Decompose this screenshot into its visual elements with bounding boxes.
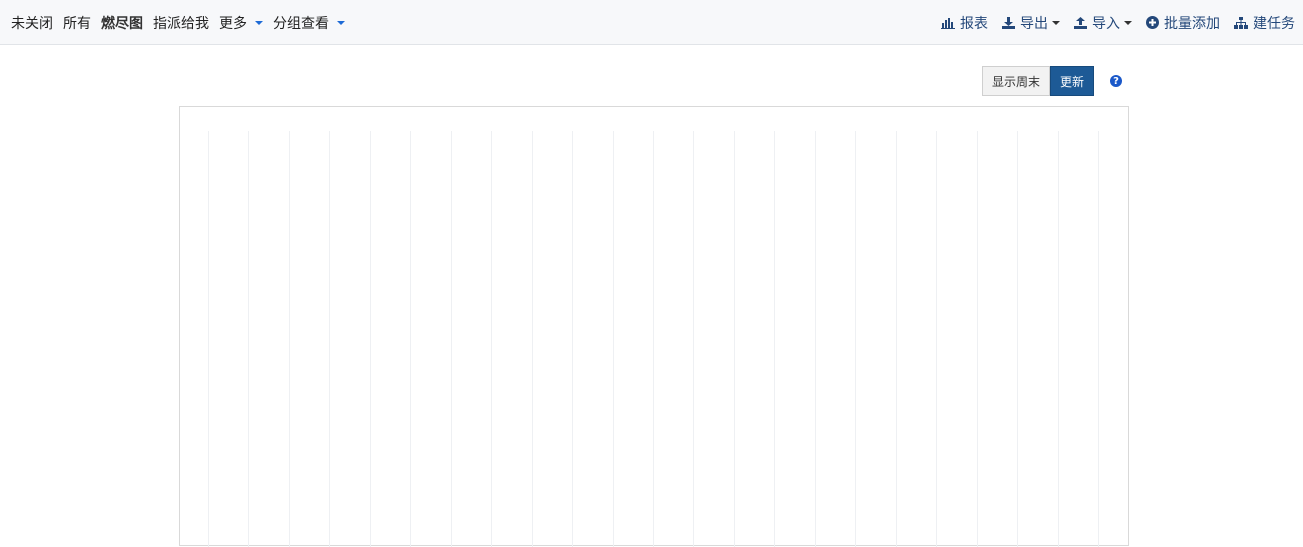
update-button[interactable]: 更新 [1050, 66, 1095, 96]
tab-group-view-label: 分组查看 [273, 15, 329, 32]
chevron-down-icon [1052, 20, 1060, 25]
report-button[interactable]: 报表 [941, 13, 988, 33]
tab-unclosed[interactable]: 未关闭 [6, 13, 58, 33]
tab-more-label: 更多 [219, 15, 247, 32]
tab-assigned-to-me[interactable]: 指派给我 [148, 13, 214, 33]
sitemap-icon [1234, 16, 1248, 29]
chevron-down-icon [255, 20, 263, 25]
tab-assigned-label: 指派给我 [153, 15, 209, 32]
tab-burndown[interactable]: 燃尽图 [96, 13, 148, 33]
burndown-chart-canvas [208, 131, 1099, 547]
tab-more-dropdown[interactable]: 更多 [214, 13, 268, 33]
tab-all-label: 所有 [63, 15, 91, 32]
show-weekend-label: 显示周末 [992, 74, 1041, 89]
help-icon[interactable]: ? [1110, 75, 1123, 87]
import-button[interactable]: 导入 [1074, 13, 1132, 33]
nav-tabs: 未关闭 所有 燃尽图 指派给我 更多 分组查看 [6, 0, 350, 45]
help-icon-glyph: ? [1113, 75, 1119, 87]
tab-all[interactable]: 所有 [58, 13, 96, 33]
tab-group-view-dropdown[interactable]: 分组查看 [268, 13, 350, 33]
report-label: 报表 [960, 15, 988, 32]
export-label: 导出 [1020, 15, 1048, 32]
tab-burndown-label: 燃尽图 [101, 15, 143, 32]
update-label: 更新 [1060, 74, 1085, 89]
batch-add-label: 批量添加 [1164, 15, 1220, 32]
download-icon [1002, 16, 1015, 29]
chevron-down-icon [1124, 20, 1132, 25]
tab-unclosed-label: 未关闭 [11, 15, 53, 32]
export-button[interactable]: 导出 [1002, 13, 1060, 33]
toolbar-actions: 报表 导出 导入 批量添加 建任务 [927, 0, 1295, 45]
chevron-down-icon [337, 20, 345, 25]
batch-add-button[interactable]: 批量添加 [1146, 13, 1220, 33]
plus-circle-icon [1146, 16, 1159, 29]
show-weekend-button[interactable]: 显示周末 [982, 66, 1051, 96]
top-toolbar: 未关闭 所有 燃尽图 指派给我 更多 分组查看 报表 导出 导入 批量添加 建任… [0, 0, 1303, 45]
burndown-controls: 显示周末 更新 ? [982, 66, 1123, 96]
import-label: 导入 [1092, 15, 1120, 32]
create-task-button[interactable]: 建任务 [1234, 13, 1295, 33]
create-task-label: 建任务 [1253, 15, 1295, 32]
bar-chart-icon [941, 17, 955, 29]
burndown-chart [179, 106, 1129, 547]
upload-icon [1074, 16, 1087, 29]
